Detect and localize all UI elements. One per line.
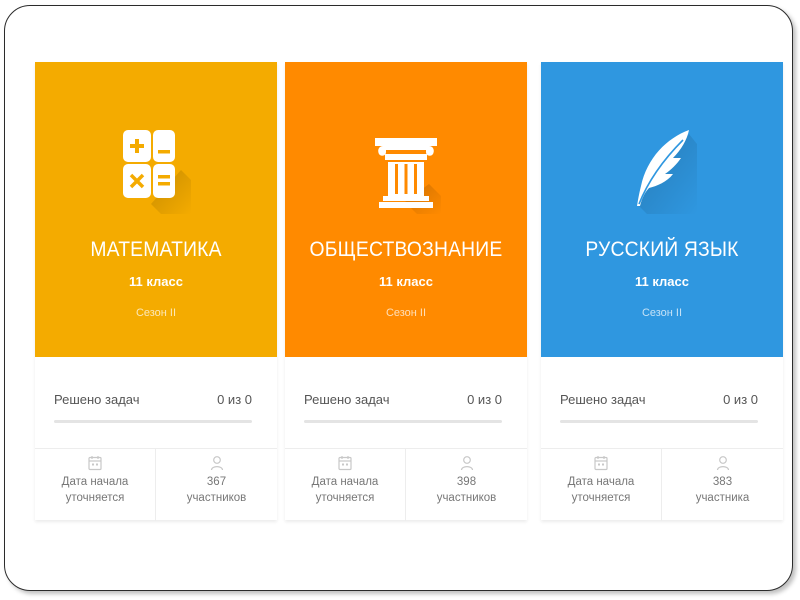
participants-label: участников bbox=[186, 492, 247, 504]
course-card-math[interactable]: МАТЕМАТИКА 11 класс Сезон II Решено зада… bbox=[35, 62, 277, 521]
progress-value: 0 из 0 bbox=[723, 392, 758, 407]
calendar-icon bbox=[594, 455, 608, 471]
start-date-stat: Дата начала уточняется bbox=[285, 449, 406, 521]
start-date-label: Дата начала bbox=[567, 476, 635, 488]
course-card-social-studies[interactable]: ОБЩЕСТВОЗНАНИЕ 11 класс Сезон II Решено … bbox=[285, 62, 527, 521]
grade-label: 11 класс bbox=[635, 274, 689, 289]
season-label: Сезон II bbox=[641, 307, 683, 319]
card-header[interactable]: РУССКИЙ ЯЗЫК 11 класс Сезон II bbox=[541, 62, 783, 357]
participants-label: участника bbox=[695, 492, 750, 504]
calculator-icon bbox=[121, 124, 191, 214]
participants-count: 383 bbox=[712, 476, 733, 488]
progress-bar bbox=[54, 420, 252, 423]
season-label: Сезон II bbox=[385, 307, 427, 319]
participants-label: участников bbox=[436, 492, 497, 504]
quill-icon bbox=[627, 124, 697, 214]
progress-label: Решено задач bbox=[304, 392, 390, 407]
participants-stat: 398 участников bbox=[406, 449, 527, 521]
subject-title: МАТЕМАТИКА bbox=[90, 238, 222, 261]
user-icon bbox=[460, 455, 474, 471]
start-date-stat: Дата начала уточняется bbox=[35, 449, 156, 521]
calendar-icon bbox=[338, 455, 352, 471]
progress-value: 0 из 0 bbox=[217, 392, 252, 407]
start-date-value: уточняется bbox=[65, 492, 125, 504]
start-date-label: Дата начала bbox=[311, 476, 379, 488]
participants-stat: 383 участника bbox=[662, 449, 783, 521]
course-card-russian[interactable]: РУССКИЙ ЯЗЫК 11 класс Сезон II Решено за… bbox=[541, 62, 783, 521]
participants-count: 367 bbox=[206, 476, 227, 488]
participants-count: 398 bbox=[456, 476, 477, 488]
participants-stat: 367 участников bbox=[156, 449, 277, 521]
start-date-stat: Дата начала уточняется bbox=[541, 449, 662, 521]
start-date-value: уточняется bbox=[571, 492, 631, 504]
grade-label: 11 класс bbox=[379, 274, 433, 289]
calendar-icon bbox=[88, 455, 102, 471]
season-label: Сезон II bbox=[135, 307, 177, 319]
start-date-value: уточняется bbox=[315, 492, 375, 504]
progress-bar bbox=[560, 420, 758, 423]
grade-label: 11 класс bbox=[129, 274, 183, 289]
user-icon bbox=[210, 455, 224, 471]
progress-bar bbox=[304, 420, 502, 423]
card-stats: Дата начала уточняется 367 участников bbox=[35, 448, 277, 521]
progress-label: Решено задач bbox=[54, 392, 140, 407]
card-stats: Дата начала уточняется 398 участников bbox=[285, 448, 527, 521]
user-icon bbox=[716, 455, 730, 471]
card-stats: Дата начала уточняется 383 участника bbox=[541, 448, 783, 521]
subject-title: ОБЩЕСТВОЗНАНИЕ bbox=[309, 238, 503, 261]
card-header[interactable]: ОБЩЕСТВОЗНАНИЕ 11 класс Сезон II bbox=[285, 62, 527, 357]
progress-value: 0 из 0 bbox=[467, 392, 502, 407]
progress-label: Решено задач bbox=[560, 392, 646, 407]
start-date-label: Дата начала bbox=[61, 476, 129, 488]
column-icon bbox=[371, 124, 441, 214]
subject-title: РУССКИЙ ЯЗЫК bbox=[585, 238, 739, 261]
card-header[interactable]: МАТЕМАТИКА 11 класс Сезон II bbox=[35, 62, 277, 357]
